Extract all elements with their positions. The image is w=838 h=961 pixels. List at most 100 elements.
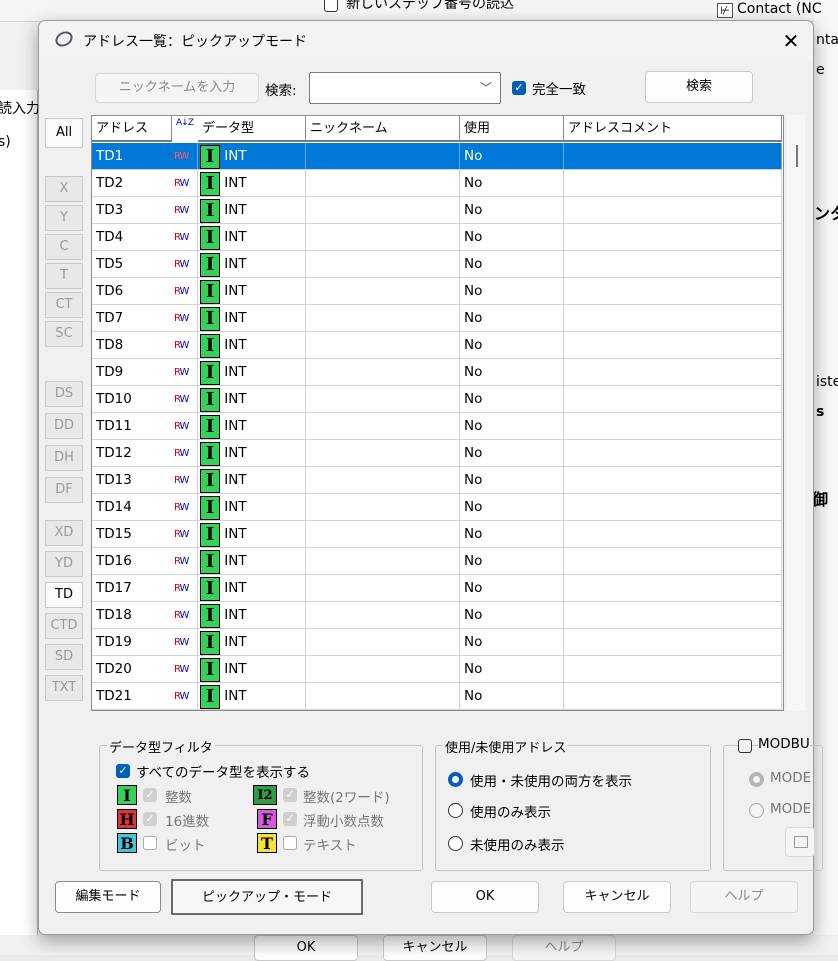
column-header-used-label: 使用 [464, 121, 491, 136]
close-icon[interactable]: ✕ [773, 25, 809, 57]
tab-c[interactable]: C [45, 234, 83, 260]
search-button[interactable]: 検索 [645, 71, 753, 103]
tab-dh[interactable]: DH [45, 445, 83, 471]
table-row[interactable]: TD2 RW I INT No [92, 170, 783, 197]
table-row[interactable]: TD10 RW I INT No [92, 386, 783, 413]
cancel-button[interactable]: キャンセル [563, 881, 671, 913]
column-header-datatype[interactable]: データ型 [198, 116, 306, 142]
table-row[interactable]: TD19 RW I INT No [92, 629, 783, 656]
int-type-checkbox[interactable]: ✓ [143, 788, 157, 802]
tab-yd[interactable]: YD [45, 551, 83, 577]
cell-datatype: I INT [198, 305, 306, 332]
table-row[interactable]: TD6 RW I INT No [92, 278, 783, 305]
usage-both-radio[interactable] [448, 772, 463, 787]
tab-x[interactable]: X [45, 176, 83, 202]
show-all-types-checkbox[interactable]: ✓ [116, 764, 130, 778]
ok-button[interactable]: OK [431, 881, 539, 913]
cell-datatype: I INT [198, 602, 306, 629]
tab-ct[interactable]: CT [45, 292, 83, 318]
table-row[interactable]: TD18 RW I INT No [92, 602, 783, 629]
modbus-option2-radio[interactable] [749, 803, 764, 818]
cell-datatype-label: INT [224, 337, 247, 353]
int-type-icon: I [200, 685, 220, 709]
usage-used-label: 使用のみ表示 [470, 805, 551, 821]
address-table[interactable]: アドレス A↓Z データ型 ニックネーム 使用 アドレスコメント TD1 RW I … [91, 115, 784, 711]
int2-type-checkbox[interactable]: ✓ [283, 788, 297, 802]
table-row[interactable]: TD21 RW I INT No [92, 683, 783, 710]
column-header-nickname[interactable]: ニックネーム [306, 116, 460, 142]
usage-unused-radio[interactable] [448, 836, 463, 851]
tab-all[interactable]: All [45, 118, 83, 148]
table-row[interactable]: TD7 RW I INT No [92, 305, 783, 332]
table-row[interactable]: TD12 RW I INT No [92, 440, 783, 467]
column-header-used[interactable]: 使用 [460, 116, 564, 142]
background-ok-button[interactable]: OK [254, 935, 358, 961]
tab-dd[interactable]: DD [45, 413, 83, 439]
tab-sd[interactable]: SD [45, 644, 83, 670]
table-row[interactable]: TD13 RW I INT No [92, 467, 783, 494]
pickup-mode-button[interactable]: ピックアップ・モード [171, 879, 363, 915]
help-button[interactable]: ヘルプ [690, 881, 798, 913]
background-cancel-button[interactable]: キャンセル [383, 935, 487, 961]
table-row[interactable]: TD5 RW I INT No [92, 251, 783, 278]
edit-mode-button[interactable]: 編集モード [55, 881, 161, 913]
table-row[interactable]: TD11 RW I INT No [92, 413, 783, 440]
bit-type-checkbox[interactable] [143, 836, 157, 850]
float-type-checkbox[interactable]: ✓ [283, 812, 297, 826]
column-header-address[interactable]: アドレス [92, 116, 172, 142]
cell-datatype: I INT [198, 197, 306, 224]
cell-comment [564, 386, 782, 413]
table-row[interactable]: TD15 RW I INT No [92, 521, 783, 548]
table-row[interactable]: TD4 RW I INT No [92, 224, 783, 251]
table-row[interactable]: TD17 RW I INT No [92, 575, 783, 602]
usage-used-radio[interactable] [448, 803, 463, 818]
tab-ds[interactable]: DS [45, 381, 83, 407]
tab-df[interactable]: DF [45, 477, 83, 503]
tab-y[interactable]: Y [45, 205, 83, 231]
table-row[interactable]: TD14 RW I INT No [92, 494, 783, 521]
modbus-checkbox[interactable] [738, 739, 752, 753]
chevron-down-icon[interactable]: ﹀ [480, 79, 492, 96]
cell-datatype: I INT [198, 494, 306, 521]
cell-datatype: I INT [198, 440, 306, 467]
tab-sc[interactable]: SC [45, 321, 83, 347]
tab-t[interactable]: T [45, 263, 83, 289]
table-row[interactable]: TD20 RW I INT No [92, 656, 783, 683]
cell-comment [564, 683, 782, 710]
text-type-icon: T [257, 833, 277, 853]
text-type-checkbox[interactable] [283, 836, 297, 850]
int-type-icon: I [200, 550, 220, 574]
table-row[interactable]: TD3 RW I INT No [92, 197, 783, 224]
table-row[interactable]: TD1 RW I INT No [92, 143, 783, 170]
rw-icon: RW [172, 683, 198, 710]
cell-datatype-label: INT [224, 283, 247, 299]
int-type-icon: I [200, 604, 220, 628]
table-row[interactable]: TD9 RW I INT No [92, 359, 783, 386]
cell-address: TD9 [92, 359, 172, 386]
table-row[interactable]: TD8 RW I INT No [92, 332, 783, 359]
modbus-option1-radio[interactable] [749, 772, 764, 787]
hex-type-checkbox[interactable]: ✓ [143, 812, 157, 826]
sort-icon[interactable]: A↓Z [176, 118, 194, 128]
column-header-comment[interactable]: アドレスコメント [564, 116, 782, 142]
rw-icon: RW [172, 602, 198, 629]
background-help-button[interactable]: ヘルプ [512, 935, 616, 961]
table-row[interactable]: TD16 RW I INT No [92, 548, 783, 575]
modbus-settings-button[interactable] [785, 827, 815, 857]
cell-nickname [306, 224, 460, 251]
tab-xd[interactable]: XD [45, 520, 83, 546]
cell-address: TD19 [92, 629, 172, 656]
tab-ctd[interactable]: CTD [45, 613, 83, 639]
rw-icon: RW [172, 494, 198, 521]
tab-txt[interactable]: TXT [45, 675, 83, 701]
scrollbar-thumb[interactable] [796, 145, 798, 167]
nickname-input-button[interactable]: ニックネームを入力 [95, 73, 259, 103]
cell-address: TD16 [92, 548, 172, 575]
search-combo[interactable]: ﹀ [309, 72, 501, 104]
rw-icon: RW [172, 278, 198, 305]
tab-td[interactable]: TD [45, 582, 83, 608]
background-checkbox-area: 新しいステップ番号の読込 [318, 0, 538, 16]
cell-comment [564, 548, 782, 575]
exact-match-checkbox[interactable]: ✓ [512, 81, 526, 95]
table-scrollbar[interactable] [787, 115, 805, 711]
